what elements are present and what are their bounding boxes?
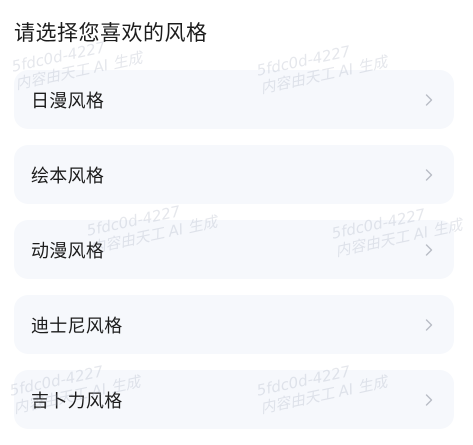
style-option-label: 绘本风格 <box>31 165 105 187</box>
style-option-list: 日漫风格 绘本风格 动漫风格 迪士尼风格 吉卜力风格 <box>14 70 454 445</box>
chevron-right-icon <box>422 318 436 332</box>
chevron-right-icon <box>422 393 436 407</box>
style-option-label: 迪士尼风格 <box>31 315 123 337</box>
style-option-picture-book[interactable]: 绘本风格 <box>14 145 454 204</box>
style-option-anime[interactable]: 动漫风格 <box>14 220 454 279</box>
style-option-ghibli[interactable]: 吉卜力风格 <box>14 370 454 429</box>
style-option-label: 动漫风格 <box>31 240 105 262</box>
style-option-label: 吉卜力风格 <box>31 390 123 412</box>
style-selection-page: 请选择您喜欢的风格 日漫风格 绘本风格 动漫风格 迪士尼风格 吉卜力风格 5fd… <box>0 0 473 445</box>
style-option-disney[interactable]: 迪士尼风格 <box>14 295 454 354</box>
chevron-right-icon <box>422 243 436 257</box>
chevron-right-icon <box>422 93 436 107</box>
style-option-label: 日漫风格 <box>31 90 105 112</box>
chevron-right-icon <box>422 168 436 182</box>
page-title: 请选择您喜欢的风格 <box>14 21 208 45</box>
style-option-japanese-anime[interactable]: 日漫风格 <box>14 70 454 129</box>
